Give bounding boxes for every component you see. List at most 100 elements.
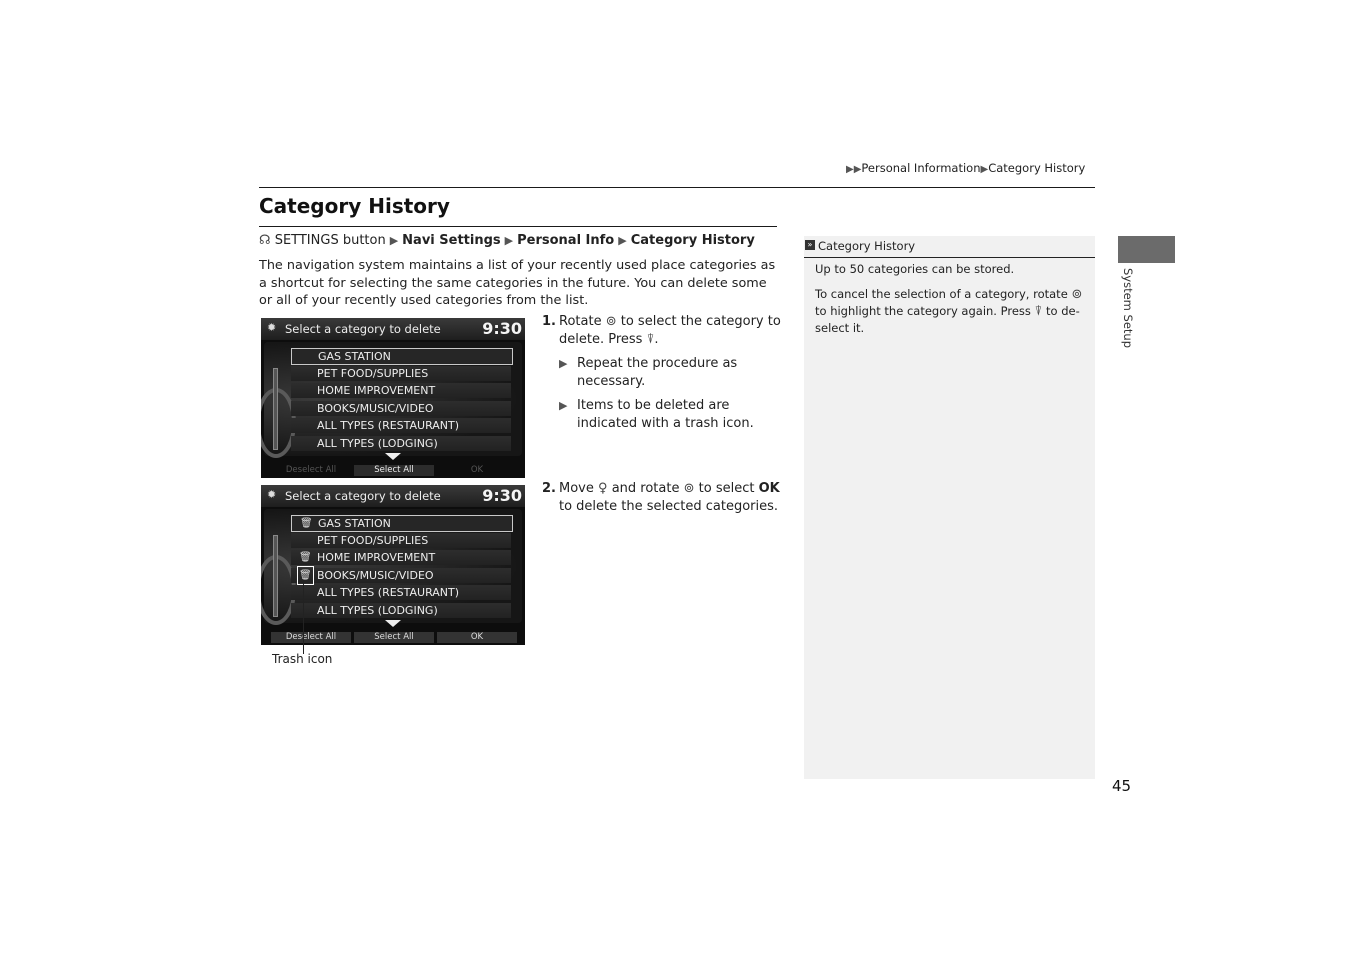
list-item[interactable]: BOOKS/MUSIC/VIDEO bbox=[291, 401, 511, 416]
list-item-label: HOME IMPROVEMENT bbox=[317, 384, 436, 397]
ok-button[interactable]: OK bbox=[437, 632, 517, 643]
nav-screen-2: ✹ Select a category to delete 9:30 🗑 GAS … bbox=[261, 485, 525, 645]
list-item[interactable]: ALL TYPES (RESTAURANT) bbox=[291, 418, 511, 433]
breadcrumb-current: Category History bbox=[988, 161, 1086, 175]
list-item[interactable]: 🗑 HOME IMPROVEMENT bbox=[291, 550, 511, 565]
note-header: » Category History bbox=[804, 236, 1095, 258]
list-item-label: HOME IMPROVEMENT bbox=[317, 551, 436, 564]
page-title: Category History bbox=[259, 194, 450, 218]
select-all-button[interactable]: Select All bbox=[354, 632, 434, 643]
screen-clock: 9:30 bbox=[482, 486, 522, 505]
list-item[interactable]: 🗑 BOOKS/MUSIC/VIDEO bbox=[291, 566, 511, 585]
list-item-label: ALL TYPES (LODGING) bbox=[317, 437, 438, 450]
step-1: 1. Rotate ⊚ to select the category to de… bbox=[542, 313, 782, 433]
list-item-label: PET FOOD/SUPPLIES bbox=[317, 367, 429, 380]
interface-dial-move-icon: ♀ bbox=[598, 481, 608, 496]
callout-line bbox=[303, 580, 304, 654]
step-text: Move ♀ and rotate ⊚ to select OK to dele… bbox=[559, 480, 782, 516]
list-item[interactable]: ALL TYPES (RESTAURANT) bbox=[291, 585, 511, 600]
side-note: » Category History Up to 50 categories c… bbox=[804, 236, 1095, 779]
gear-icon: ✹ bbox=[267, 321, 277, 334]
menu-path-item: Category History bbox=[630, 233, 755, 248]
list-item[interactable]: PET FOOD/SUPPLIES bbox=[291, 366, 511, 381]
list-item-label: BOOKS/MUSIC/VIDEO bbox=[317, 569, 434, 582]
scroll-down-arrow-icon[interactable] bbox=[385, 453, 401, 460]
ok-button[interactable]: OK bbox=[437, 465, 517, 476]
header-rule bbox=[259, 187, 1095, 188]
list-item-label: ALL TYPES (RESTAURANT) bbox=[317, 586, 460, 599]
gear-icon: ✹ bbox=[267, 488, 277, 501]
scroll-down-arrow-icon[interactable] bbox=[385, 620, 401, 627]
list-item-label: GAS STATION bbox=[318, 350, 391, 363]
note-icon: » bbox=[805, 240, 815, 250]
chapter-tab bbox=[1118, 236, 1175, 263]
triangle-icon: ▶ bbox=[389, 234, 399, 247]
menu-path-item: Navi Settings bbox=[402, 233, 501, 248]
menu-path: ☊ SETTINGS button ▶ Navi Settings ▶ Personal… bbox=[259, 233, 755, 248]
list-item[interactable]: ALL TYPES (LODGING) bbox=[291, 603, 511, 618]
step-substep: ▶ Repeat the procedure as necessary. bbox=[559, 355, 782, 391]
nav-screen-1: ✹ Select a category to delete 9:30 GAS S… bbox=[261, 318, 525, 478]
step-text-part: Move bbox=[559, 481, 594, 496]
trash-icon: 🗑 bbox=[299, 552, 312, 563]
step-text-part: and rotate bbox=[611, 481, 680, 496]
double-triangle-icon: ▶▶ bbox=[846, 164, 862, 175]
interface-dial-rotate-icon: ⊚ bbox=[683, 481, 695, 496]
breadcrumb-section: Personal Information bbox=[861, 161, 981, 175]
screen-header: ✹ Select a category to delete 9:30 bbox=[261, 318, 525, 340]
menu-path-start: SETTINGS button bbox=[274, 233, 386, 248]
scrollbar[interactable] bbox=[273, 368, 278, 450]
ok-label: OK bbox=[758, 481, 780, 496]
settings-button-icon: ☊ bbox=[259, 233, 271, 248]
substep-text: Repeat the procedure as necessary. bbox=[577, 356, 738, 389]
interface-dial-rotate-icon: ⊚ bbox=[605, 314, 617, 329]
note-paragraph: Up to 50 categories can be stored. bbox=[815, 262, 1015, 276]
list-item-label: BOOKS/MUSIC/VIDEO bbox=[317, 402, 434, 415]
step-number: 2. bbox=[542, 481, 556, 496]
select-all-button[interactable]: Select All bbox=[354, 465, 434, 476]
list-item[interactable]: GAS STATION bbox=[291, 348, 513, 365]
step-number: 1. bbox=[542, 314, 556, 329]
triangle-icon: ▶ bbox=[559, 357, 568, 370]
note-title: Category History bbox=[818, 239, 916, 253]
trash-icon: 🗑 bbox=[300, 518, 313, 529]
deselect-all-button[interactable]: Deselect All bbox=[271, 465, 351, 476]
screen-title: Select a category to delete bbox=[285, 322, 441, 336]
list-item[interactable]: 🗑 GAS STATION bbox=[291, 515, 513, 532]
list-item[interactable]: ALL TYPES (LODGING) bbox=[291, 436, 511, 451]
triangle-icon: ▶ bbox=[504, 234, 514, 247]
step-text-part: Rotate bbox=[559, 314, 602, 329]
chapter-label: System Setup bbox=[1121, 268, 1135, 349]
screen-footer: Deselect All Select All OK bbox=[261, 462, 525, 478]
page-number: 45 bbox=[1112, 777, 1132, 795]
screen-clock: 9:30 bbox=[482, 319, 522, 338]
triangle-icon: ▶ bbox=[559, 399, 568, 412]
deselect-all-button[interactable]: Deselect All bbox=[271, 632, 351, 643]
title-rule bbox=[259, 226, 777, 227]
list-item-label: GAS STATION bbox=[318, 517, 391, 530]
step-text-part: . bbox=[654, 332, 659, 347]
triangle-icon: ▶ bbox=[618, 234, 627, 247]
substep-text: Items to be deleted are indicated with a… bbox=[577, 398, 754, 431]
interface-dial-rotate-icon: ⊚ bbox=[1071, 287, 1083, 302]
list-item[interactable]: PET FOOD/SUPPLIES bbox=[291, 533, 511, 548]
screen-body: GAS STATION PET FOOD/SUPPLIES HOME IMPRO… bbox=[261, 342, 522, 458]
screen-title: Select a category to delete bbox=[285, 489, 441, 503]
menu-path-item: Personal Info bbox=[517, 233, 615, 248]
step-text: Rotate ⊚ to select the category to delet… bbox=[559, 313, 782, 349]
step-2: 2. Move ♀ and rotate ⊚ to select OK to d… bbox=[542, 480, 782, 516]
intro-paragraph: The navigation system maintains a list o… bbox=[259, 258, 776, 308]
step-text-part: to select bbox=[698, 481, 755, 496]
list-item-label: PET FOOD/SUPPLIES bbox=[317, 534, 429, 547]
scrollbar[interactable] bbox=[273, 535, 278, 617]
list-item[interactable]: HOME IMPROVEMENT bbox=[291, 383, 511, 398]
list-item-label: ALL TYPES (RESTAURANT) bbox=[317, 419, 460, 432]
running-header-breadcrumb: ▶▶Personal Information▶Category History bbox=[846, 161, 1085, 175]
trash-icon: 🗑 bbox=[297, 566, 314, 585]
note-text-part: to highlight the category again. Press bbox=[815, 304, 1031, 318]
step-text-part: to delete the selected categories. bbox=[559, 499, 779, 514]
note-paragraph: To cancel the selection of a category, r… bbox=[815, 286, 1085, 336]
note-text-part: To cancel the selection of a category, r… bbox=[815, 287, 1068, 301]
list-item-label: ALL TYPES (LODGING) bbox=[317, 604, 438, 617]
interface-dial-press-icon: ⍒ bbox=[1034, 304, 1043, 319]
